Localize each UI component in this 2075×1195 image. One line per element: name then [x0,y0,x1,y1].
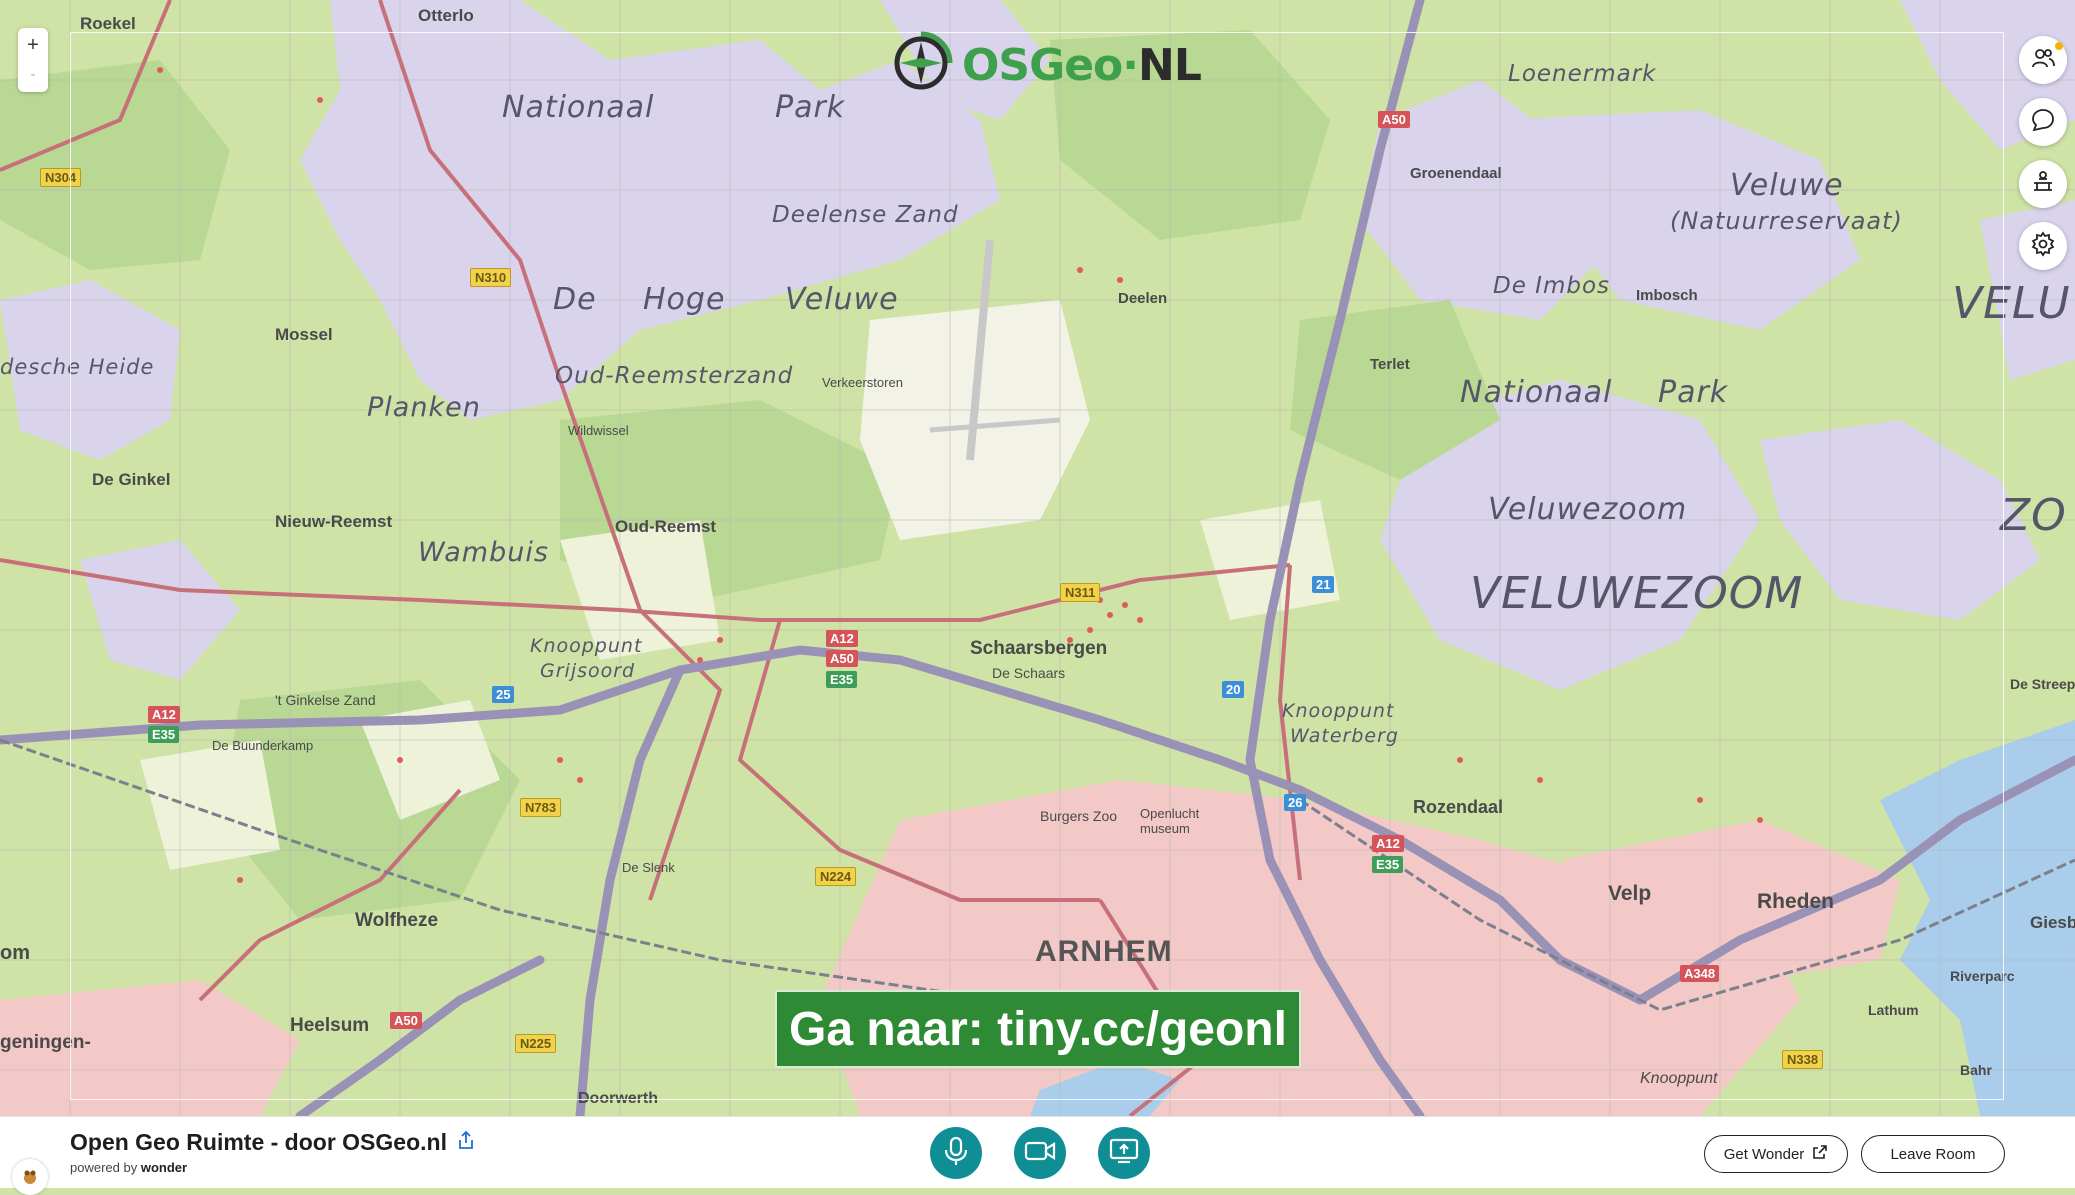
video-camera-icon [1024,1140,1056,1167]
share-icon[interactable] [457,1129,475,1156]
powered-by: powered by wonder [70,1160,187,1175]
map-canvas[interactable]: Nationaal Park Deelense Zand De Hoge Vel… [0,0,2075,1116]
powered-by-brand: wonder [140,1160,188,1175]
microphone-button[interactable] [930,1127,982,1179]
leave-room-label: Leave Room [1890,1145,1976,1163]
room-title-text: Open Geo Ruimte - door OSGeo.nl [70,1129,447,1155]
zoom-out-button[interactable]: - [18,60,48,90]
microphone-icon [943,1136,969,1171]
info-banner: Ga naar: tiny.cc/geonl [775,990,1301,1068]
camera-button[interactable] [1014,1127,1066,1179]
place-oosterbeek: om [0,942,30,964]
settings-icon [2030,230,2056,262]
leave-room-button[interactable]: Leave Room [1861,1135,2005,1173]
get-wonder-label: Get Wonder [1723,1145,1805,1163]
place-de-streep: De Streep [2010,676,2075,692]
place-otterlo: Otterlo [418,6,474,25]
zoom-in-button[interactable]: + [18,30,48,60]
screen-share-icon [1109,1138,1139,1169]
powered-by-prefix: powered by [70,1160,138,1175]
compass-icon [888,30,954,101]
get-wonder-button[interactable]: Get Wonder [1704,1135,1848,1173]
zoom-control: + - [18,28,48,92]
notification-dot [2055,42,2063,50]
map-frame [70,32,2004,1100]
chat-button[interactable] [2019,98,2067,146]
banner-text: Ga naar: tiny.cc/geonl [789,1002,1287,1056]
logo-wordmark: OSGeo·NL [962,39,1202,91]
room-title: Open Geo Ruimte - door OSGeo.nl [70,1129,475,1156]
broadcast-icon [2030,169,2056,200]
screen-share-button[interactable] [1098,1127,1150,1179]
bottom-bar: Open Geo Ruimte - door OSGeo.nl powered … [0,1116,2075,1195]
media-controls [930,1127,1150,1179]
place-roekel: Roekel [80,14,136,33]
osgeo-logo: OSGeo·NL [888,30,1202,101]
broadcast-button[interactable] [2019,160,2067,208]
right-rail [2019,36,2067,270]
settings-button[interactable] [2019,222,2067,270]
people-icon [2030,45,2056,76]
chat-icon [2030,107,2056,138]
label-zo: ZO [2000,490,2067,541]
people-button[interactable] [2019,36,2067,84]
avatar[interactable] [12,1159,48,1195]
place-giesbeek: Giesbe [2030,913,2075,932]
external-link-icon [1812,1144,1828,1164]
